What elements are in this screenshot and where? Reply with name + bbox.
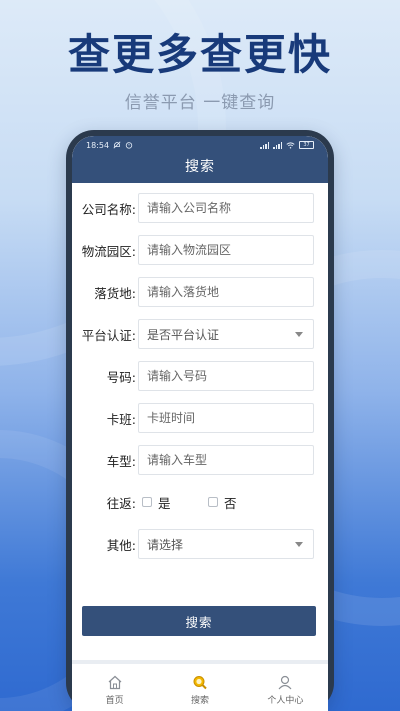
app-header: 18:54 37 搜索 bbox=[72, 136, 328, 183]
destination-label: 落货地: bbox=[94, 285, 136, 301]
park-label: 物流园区: bbox=[81, 243, 136, 259]
search-icon bbox=[193, 675, 207, 689]
form-row-round-trip: 往返: 是 否 bbox=[72, 481, 328, 523]
form-row-certification: 平台认证: 是否平台认证 bbox=[72, 313, 328, 355]
tab-home-label: 首页 bbox=[105, 695, 124, 706]
search-form: 公司名称: 物流园区: 落货地: 平台认证: 是否平台认证 bbox=[72, 183, 328, 565]
tab-search[interactable]: 搜索 bbox=[157, 664, 242, 711]
park-input[interactable] bbox=[138, 235, 314, 265]
number-input[interactable] bbox=[138, 361, 314, 391]
certification-select-value: 是否平台认证 bbox=[147, 327, 220, 342]
number-label: 号码: bbox=[106, 369, 136, 385]
vehicle-input[interactable] bbox=[138, 445, 314, 475]
chevron-down-icon bbox=[295, 331, 303, 337]
promo-headline: 查更多查更快 bbox=[67, 30, 332, 79]
checkbox-yes[interactable] bbox=[142, 497, 152, 507]
signal-icon bbox=[273, 141, 282, 149]
phone-frame: 18:54 37 搜索 公司名称: 请输入公司名称 物流园区: 请输入物流园区 … bbox=[66, 130, 334, 711]
round-trip-options: 是 否 bbox=[138, 493, 268, 512]
schedule-label: 卡班: bbox=[106, 411, 136, 427]
form-row-destination: 落货地: bbox=[72, 271, 328, 313]
tab-home[interactable]: 首页 bbox=[72, 664, 157, 711]
app-title: 搜索 bbox=[185, 159, 215, 175]
search-button[interactable]: 搜索 bbox=[82, 606, 316, 636]
vehicle-label: 车型: bbox=[106, 453, 136, 469]
round-trip-label: 往返: bbox=[106, 495, 136, 511]
destination-input[interactable] bbox=[138, 277, 314, 307]
form-row-number: 号码: bbox=[72, 355, 328, 397]
round-trip-yes-option[interactable]: 是 bbox=[142, 493, 202, 512]
company-label: 公司名称: bbox=[81, 201, 136, 217]
tab-profile-label: 个人中心 bbox=[267, 695, 304, 706]
other-label: 其他: bbox=[106, 537, 136, 553]
form-row-other: 其他: 请选择 bbox=[72, 523, 328, 565]
form-row-park: 物流园区: bbox=[72, 229, 328, 271]
status-bar: 18:54 37 bbox=[72, 136, 328, 154]
mute-icon bbox=[113, 141, 121, 149]
form-row-schedule: 卡班: bbox=[72, 397, 328, 439]
signal-icon bbox=[260, 141, 269, 149]
certification-select[interactable]: 是否平台认证 bbox=[138, 319, 314, 349]
status-time: 18:54 bbox=[86, 140, 110, 150]
promo-page: 查更多查更快 信誉平台 一键查询 18:54 37 搜索 公司名称: 请输入公司… bbox=[0, 0, 400, 711]
promo-subline: 信誉平台 一键查询 bbox=[124, 93, 276, 113]
form-row-vehicle: 车型: bbox=[72, 439, 328, 481]
wifi-icon bbox=[286, 141, 295, 148]
certification-label: 平台认证: bbox=[81, 327, 136, 343]
other-select-value: 请选择 bbox=[147, 537, 184, 552]
tab-profile[interactable]: 个人中心 bbox=[243, 664, 328, 711]
form-row-company: 公司名称: bbox=[72, 187, 328, 229]
home-icon bbox=[108, 675, 122, 689]
company-input[interactable] bbox=[138, 193, 314, 223]
checkbox-no[interactable] bbox=[208, 497, 218, 507]
person-icon bbox=[278, 675, 292, 689]
round-trip-yes-label: 是 bbox=[158, 495, 171, 511]
alarm-icon bbox=[125, 142, 133, 149]
schedule-input[interactable] bbox=[138, 403, 314, 433]
bottom-tab-bar: 首页 搜索 个人中心 bbox=[72, 660, 328, 711]
other-select[interactable]: 请选择 bbox=[138, 529, 314, 559]
round-trip-no-option[interactable]: 否 bbox=[208, 493, 268, 512]
tab-search-label: 搜索 bbox=[190, 695, 209, 706]
chevron-down-icon bbox=[295, 541, 303, 547]
round-trip-no-label: 否 bbox=[224, 495, 237, 511]
battery-icon: 37 bbox=[299, 141, 314, 149]
phone-screen: 18:54 37 搜索 公司名称: 请输入公司名称 物流园区: 请输入物流园区 … bbox=[72, 136, 328, 711]
